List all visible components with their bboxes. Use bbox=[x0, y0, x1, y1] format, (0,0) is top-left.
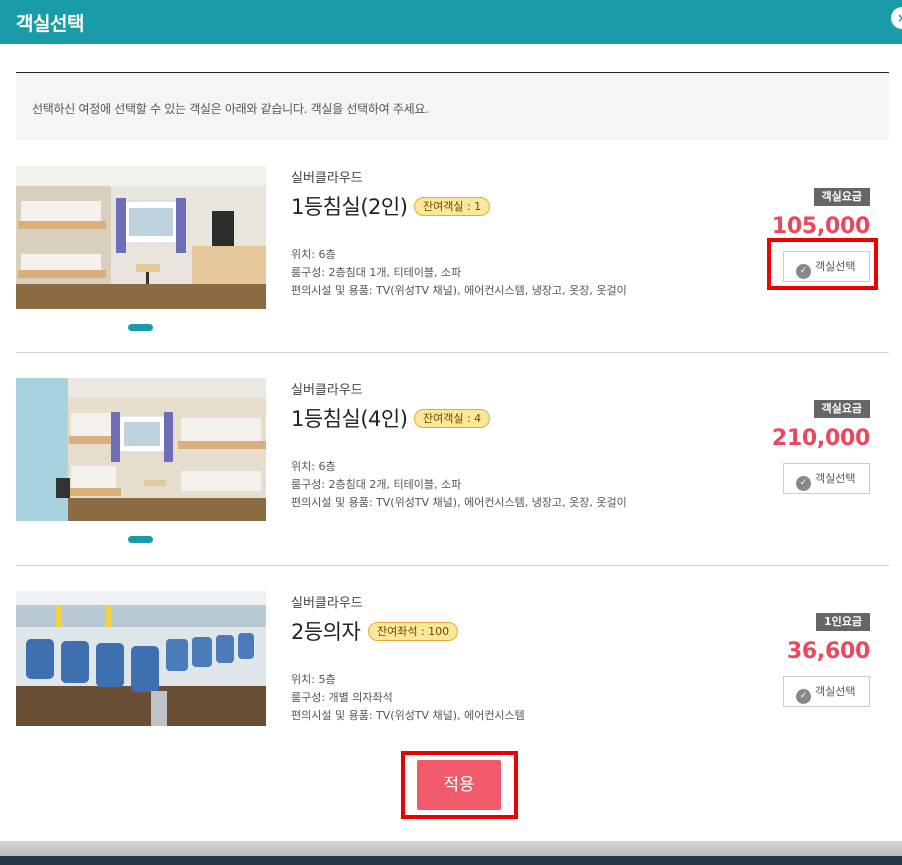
close-icon[interactable]: × bbox=[891, 7, 902, 29]
room-price: 36,600 bbox=[786, 639, 870, 664]
fare-label: 객실요금 bbox=[813, 188, 870, 206]
room-name: 1등침실(2인) bbox=[291, 195, 408, 219]
room-divider bbox=[16, 565, 889, 566]
room-price: 105,000 bbox=[771, 214, 870, 239]
room-amenities: 편의시설 및 용품: TV(위성TV 채널), 에어컨시스템, 냉장고, 옷장,… bbox=[291, 284, 627, 297]
select-button-label: 객실선택 bbox=[815, 685, 856, 698]
fare-label: 1인요금 bbox=[815, 613, 870, 631]
room-name: 1등침실(4인) bbox=[291, 407, 408, 431]
remaining-badge: 잔여객실 : 1 bbox=[414, 197, 491, 216]
room-photo bbox=[16, 591, 266, 726]
select-button-label: 객실선택 bbox=[815, 472, 856, 485]
check-circle-icon: ✓ bbox=[796, 689, 811, 704]
room-brand: 실버클라우드 bbox=[291, 383, 363, 398]
modal-header: 객실선택 × bbox=[0, 0, 902, 44]
room-name: 2등의자 bbox=[291, 620, 361, 644]
modal-bottom-edge bbox=[0, 841, 902, 856]
room-card-1: 실버클라우드 1등침실(2인) 잔여객실 : 1 위치: 6층 룸구성: 2층침… bbox=[16, 166, 889, 366]
remaining-badge: 잔여좌석 : 100 bbox=[368, 622, 459, 641]
select-room-button[interactable]: ✓ 객실선택 bbox=[783, 463, 870, 494]
apply-button[interactable]: 적용 bbox=[417, 760, 501, 810]
photo-indicator[interactable] bbox=[128, 536, 153, 543]
room-location: 위치: 6층 bbox=[291, 248, 336, 261]
room-layout: 룸구성: 2층침대 2개, 티테이블, 소파 bbox=[291, 478, 462, 491]
room-location: 위치: 6층 bbox=[291, 460, 336, 473]
remaining-badge: 잔여객실 : 4 bbox=[414, 409, 491, 428]
modal-title: 객실선택 bbox=[16, 13, 84, 35]
room-photo bbox=[16, 166, 266, 309]
room-brand: 실버클라우드 bbox=[291, 596, 363, 611]
select-room-button[interactable]: ✓ 객실선택 bbox=[783, 676, 870, 707]
fare-label: 객실요금 bbox=[813, 400, 870, 418]
photo-indicator[interactable] bbox=[128, 324, 153, 331]
room-price: 210,000 bbox=[771, 426, 870, 451]
page-footer-strip bbox=[0, 856, 902, 865]
room-divider bbox=[16, 352, 889, 353]
room-brand: 실버클라우드 bbox=[291, 171, 363, 186]
room-amenities: 편의시설 및 용품: TV(위성TV 채널), 에어컨시스템, 냉장고, 옷장,… bbox=[291, 496, 627, 509]
room-card-2: 실버클라우드 1등침실(4인) 잔여객실 : 4 위치: 6층 룸구성: 2층침… bbox=[16, 378, 889, 578]
notice-text: 선택하신 여정에 선택할 수 있는 객실은 아래와 같습니다. 객실을 선택하여… bbox=[32, 102, 429, 116]
notice-box: 선택하신 여정에 선택할 수 있는 객실은 아래와 같습니다. 객실을 선택하여… bbox=[16, 73, 889, 140]
check-circle-icon: ✓ bbox=[796, 476, 811, 491]
room-layout: 룸구성: 개별 의자좌석 bbox=[291, 691, 393, 704]
room-photo bbox=[16, 378, 266, 521]
highlight-box-select bbox=[767, 238, 878, 290]
room-location: 위치: 5층 bbox=[291, 673, 336, 686]
room-amenities: 편의시설 및 용품: TV(위성TV 채널), 에어컨시스템 bbox=[291, 709, 525, 722]
room-layout: 룸구성: 2층침대 1개, 티테이블, 소파 bbox=[291, 266, 462, 279]
